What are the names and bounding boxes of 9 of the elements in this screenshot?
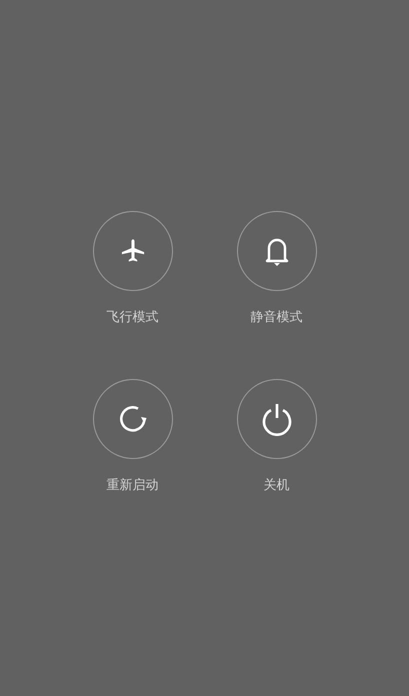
power-icon [260,402,292,436]
button-label: 飞行模式 [106,310,158,326]
button-label: 关机 [264,478,290,494]
power-button[interactable] [236,379,316,459]
button-label: 重新启动 [106,478,158,494]
button-label: 静音模式 [250,310,302,326]
airplane-button[interactable] [92,211,172,291]
restart-button[interactable] [92,379,172,459]
bell-button[interactable] [236,211,316,291]
